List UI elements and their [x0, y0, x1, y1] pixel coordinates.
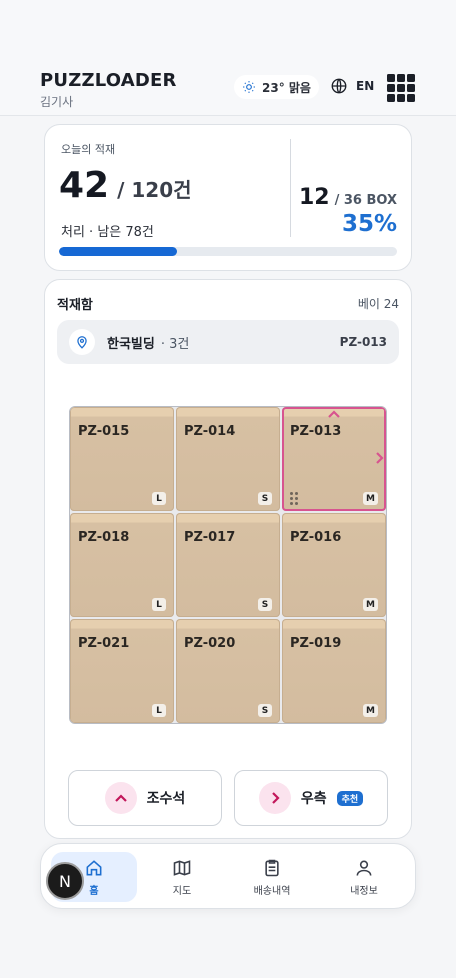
apps-grid-icon[interactable] — [387, 74, 415, 102]
home-icon — [86, 859, 102, 875]
tab-item[interactable]: 배송내역 — [229, 852, 315, 902]
processed-label: 처리 · 남은 78건 — [61, 225, 154, 240]
tab-label: 내정보 — [350, 885, 378, 897]
size-badge: M — [363, 598, 378, 611]
today-label: 오늘의 적재 — [61, 143, 116, 156]
globe-icon — [331, 78, 347, 94]
stow-card: 적재함 베이 24 한국빌딩 · 3건 PZ-013 PZ-015 L PZ-014… — [44, 279, 412, 839]
map-icon — [173, 859, 191, 876]
stow-title: 적재함 — [57, 298, 93, 313]
chevron-up-icon[interactable] — [327, 409, 341, 419]
destination-row[interactable]: 한국빌딩 · 3건 PZ-013 — [57, 320, 399, 364]
fab-button[interactable]: N — [46, 862, 84, 900]
rack-cell[interactable]: PZ-015 L — [70, 407, 174, 511]
size-badge: S — [258, 492, 272, 505]
tab-label: 홈 — [89, 885, 99, 897]
chevron-up-icon — [104, 782, 137, 814]
clipboard-icon — [265, 859, 279, 876]
size-badge: S — [258, 598, 272, 611]
passenger-seat-label: 조수석 — [146, 791, 186, 807]
bay-label: 베이 24 — [357, 297, 399, 311]
cell-code: PZ-018 — [78, 530, 130, 545]
destination-code: PZ-013 — [339, 335, 387, 349]
today-load-card: 오늘의 적재 42 / 120건 처리 · 남은 78건 12 / 36 BOX… — [44, 124, 412, 271]
passenger-seat-button[interactable]: 조수석 — [68, 770, 222, 826]
tab-label: 배송내역 — [253, 885, 291, 897]
destination-name: 한국빌딩 — [107, 336, 155, 352]
divider — [290, 139, 291, 237]
sun-icon — [243, 81, 255, 93]
progress-fill — [59, 247, 178, 256]
weather-text: 23° 맑음 — [262, 80, 311, 95]
cell-code: PZ-016 — [290, 530, 342, 545]
cell-code: PZ-020 — [184, 636, 236, 651]
rack-cell[interactable]: PZ-016 M — [282, 513, 386, 617]
size-badge: M — [363, 704, 378, 717]
user-name: 김기사 — [40, 95, 74, 109]
size-badge: M — [363, 492, 378, 505]
box-summary: 12 / 36 BOX — [299, 185, 397, 210]
rack-cell[interactable]: PZ-021 L — [70, 619, 174, 723]
destination-count: · 3건 — [160, 336, 190, 352]
chevron-right-icon[interactable] — [374, 451, 384, 465]
brand: PUZZLOADER 김기사 — [40, 70, 177, 110]
rack-cell[interactable]: PZ-020 S — [176, 619, 280, 723]
location-pin-icon — [69, 329, 95, 355]
cell-code: PZ-021 — [78, 636, 130, 651]
user-icon — [356, 860, 372, 876]
progress-bar — [59, 247, 397, 256]
total-label: / 120건 — [117, 178, 192, 202]
cell-code: PZ-013 — [290, 424, 342, 439]
size-badge: L — [152, 704, 166, 717]
chevron-right-icon — [258, 782, 291, 814]
cell-code: PZ-014 — [184, 424, 236, 439]
drag-handle-icon[interactable] — [290, 492, 298, 505]
rack-cell[interactable]: PZ-018 L — [70, 513, 174, 617]
right-side-button[interactable]: 우측 추천 — [234, 770, 388, 826]
rack-cell[interactable]: PZ-014 S — [176, 407, 280, 511]
cell-code: PZ-015 — [78, 424, 130, 439]
box-count: 12 — [298, 185, 330, 210]
weather-chip: 23° 맑음 — [234, 75, 319, 99]
cell-code: PZ-019 — [290, 636, 342, 651]
loaded-count: 42 — [59, 165, 110, 206]
loaded-summary: 42 / 120건 — [59, 165, 192, 206]
cell-code: PZ-017 — [184, 530, 236, 545]
app-header: PUZZLOADER 김기사 23° 맑음 EN — [0, 0, 456, 116]
app-title: PUZZLOADER — [40, 70, 177, 91]
recommended-badge: 추천 — [336, 790, 364, 806]
tab-item[interactable]: 내정보 — [321, 852, 407, 902]
rack-cell[interactable]: PZ-017 S — [176, 513, 280, 617]
language-label: EN — [356, 79, 375, 93]
stow-rack: PZ-015 L PZ-014 S PZ-013 M PZ-018 L PZ-017 S PZ-01… — [69, 406, 387, 724]
percent-label: 35% — [341, 211, 397, 237]
box-total: / 36 BOX — [334, 193, 397, 208]
bottom-tab-bar: 홈 지도 배송내역 내정보 — [40, 843, 416, 909]
tab-label: 지도 — [172, 885, 192, 897]
rack-cell[interactable]: PZ-019 M — [282, 619, 386, 723]
size-badge: L — [152, 598, 166, 611]
rack-cell[interactable]: PZ-013 M — [282, 407, 386, 511]
language-button[interactable]: EN — [330, 77, 374, 95]
size-badge: S — [258, 704, 272, 717]
size-badge: L — [152, 492, 166, 505]
right-side-label: 우측 — [300, 791, 327, 807]
tab-item[interactable]: 지도 — [139, 852, 225, 902]
